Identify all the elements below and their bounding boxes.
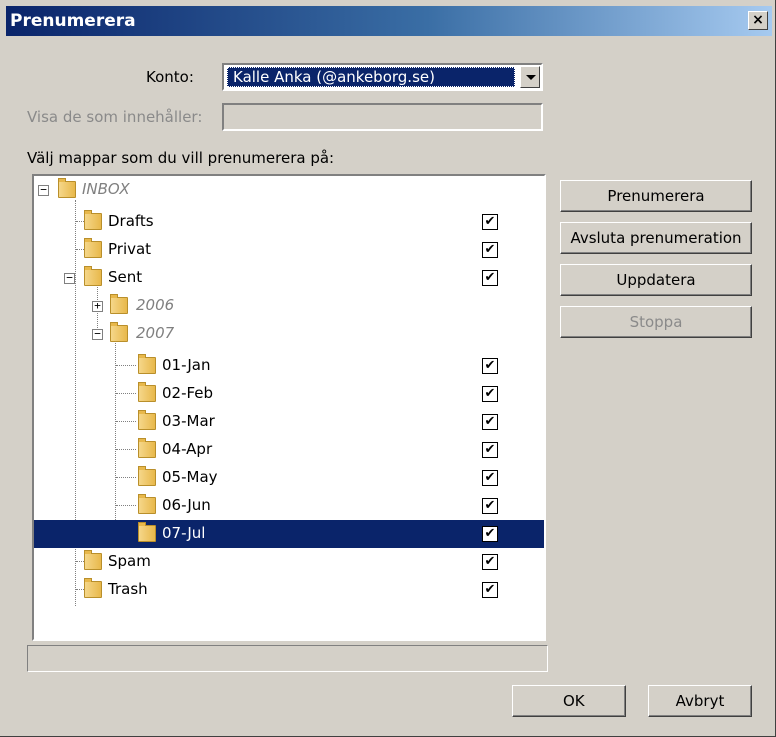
cancel-button[interactable]: Avbryt — [648, 685, 752, 717]
filter-input — [222, 103, 543, 131]
subscribe-checkbox[interactable]: ✔ — [482, 498, 498, 514]
tree-row-label: 02-Feb — [162, 384, 214, 402]
update-button[interactable]: Uppdatera — [560, 264, 752, 296]
folder-icon — [138, 410, 156, 430]
folder-icon — [138, 466, 156, 486]
tree-row-01-jan[interactable]: 01-Jan ✔ — [34, 352, 544, 380]
folder-icon — [138, 494, 156, 514]
folder-icon — [138, 382, 156, 402]
ok-button[interactable]: OK — [512, 685, 626, 717]
tree-row-sent[interactable]: − Sent ✔ — [34, 264, 544, 292]
tree-row-drafts[interactable]: Drafts ✔ — [34, 208, 544, 236]
subscribe-checkbox[interactable]: ✔ — [482, 386, 498, 402]
tree-row-2007[interactable]: − 2007 — [34, 320, 544, 348]
status-bar — [27, 645, 548, 672]
folder-tree[interactable]: − INBOX Drafts ✔ Privat ✔ − Sent ✔ + 200… — [32, 174, 546, 641]
subscribe-checkbox[interactable]: ✔ — [482, 582, 498, 598]
subscribe-button[interactable]: Prenumerera — [560, 180, 752, 212]
subscribe-checkbox[interactable]: ✔ — [482, 270, 498, 286]
folder-icon — [138, 438, 156, 458]
tree-row-label: 07-Jul — [162, 524, 206, 542]
subscribe-checkbox[interactable]: ✔ — [482, 242, 498, 258]
tree-row-label: Drafts — [108, 212, 154, 230]
tree-row-spam[interactable]: Spam ✔ — [34, 548, 544, 576]
tree-row-label: 01-Jan — [162, 356, 211, 374]
unsubscribe-button[interactable]: Avsluta prenumeration — [560, 222, 752, 254]
stop-button[interactable]: Stoppa — [560, 306, 752, 338]
tree-row-2006[interactable]: + 2006 — [34, 292, 544, 320]
tree-row-label: Privat — [108, 240, 152, 258]
close-button[interactable]: × — [748, 11, 768, 30]
account-dropdown[interactable]: Kalle Anka (@ankeborg.se) — [222, 63, 543, 91]
tree-row-02-feb[interactable]: 02-Feb ✔ — [34, 380, 544, 408]
collapse-icon[interactable]: − — [64, 272, 75, 284]
folder-icon — [84, 266, 102, 286]
tree-row-inbox[interactable]: − INBOX — [34, 176, 544, 204]
subscribe-checkbox[interactable]: ✔ — [482, 442, 498, 458]
tree-row-label: Sent — [108, 268, 143, 286]
tree-row-label: 04-Apr — [162, 440, 213, 458]
tree-row-07-jul[interactable]: 07-Jul ✔ — [34, 520, 544, 548]
subscribe-checkbox[interactable]: ✔ — [482, 358, 498, 374]
subscribe-checkbox[interactable]: ✔ — [482, 470, 498, 486]
tree-row-06-jun[interactable]: 06-Jun ✔ — [34, 492, 544, 520]
tree-row-privat[interactable]: Privat ✔ — [34, 236, 544, 264]
expand-icon[interactable]: + — [92, 300, 103, 312]
filter-label: Visa de som innehåller: — [27, 108, 203, 126]
tree-row-label: INBOX — [82, 180, 130, 198]
tree-row-label: 06-Jun — [162, 496, 211, 514]
account-selected-value: Kalle Anka (@ankeborg.se) — [227, 67, 515, 87]
tree-row-label: Spam — [108, 552, 151, 570]
tree-row-label: 05-May — [162, 468, 218, 486]
window-title: Prenumerera — [10, 11, 136, 31]
tree-row-label: Trash — [108, 580, 148, 598]
folder-icon — [84, 210, 102, 230]
tree-row-05-may[interactable]: 05-May ✔ — [34, 464, 544, 492]
tree-row-label: 2007 — [136, 324, 175, 342]
subscribe-checkbox[interactable]: ✔ — [482, 526, 498, 542]
tree-row-label: 2006 — [136, 296, 175, 314]
tree-row-03-mar[interactable]: 03-Mar ✔ — [34, 408, 544, 436]
folder-icon — [58, 178, 76, 198]
collapse-icon[interactable]: − — [92, 328, 103, 340]
folder-icon — [138, 354, 156, 374]
tree-row-trash[interactable]: Trash ✔ — [34, 576, 544, 604]
folder-icon — [84, 550, 102, 570]
collapse-icon[interactable]: − — [38, 184, 49, 196]
subscribe-checkbox[interactable]: ✔ — [482, 414, 498, 430]
tree-row-04-apr[interactable]: 04-Apr ✔ — [34, 436, 544, 464]
folder-icon — [84, 238, 102, 258]
subscribe-checkbox[interactable]: ✔ — [482, 554, 498, 570]
dropdown-arrow-icon[interactable] — [520, 66, 540, 88]
account-label: Konto: — [146, 68, 194, 86]
folder-icon — [110, 322, 128, 342]
folder-icon — [84, 578, 102, 598]
subscribe-dialog: Prenumerera × Konto: Kalle Anka (@ankebo… — [0, 0, 776, 737]
folder-icon — [110, 294, 128, 314]
title-bar: Prenumerera × — [6, 6, 772, 36]
tree-row-label: 03-Mar — [162, 412, 215, 430]
subscribe-checkbox[interactable]: ✔ — [482, 214, 498, 230]
folder-icon — [138, 522, 156, 542]
folders-label: Välj mappar som du vill prenumerera på: — [27, 149, 335, 167]
